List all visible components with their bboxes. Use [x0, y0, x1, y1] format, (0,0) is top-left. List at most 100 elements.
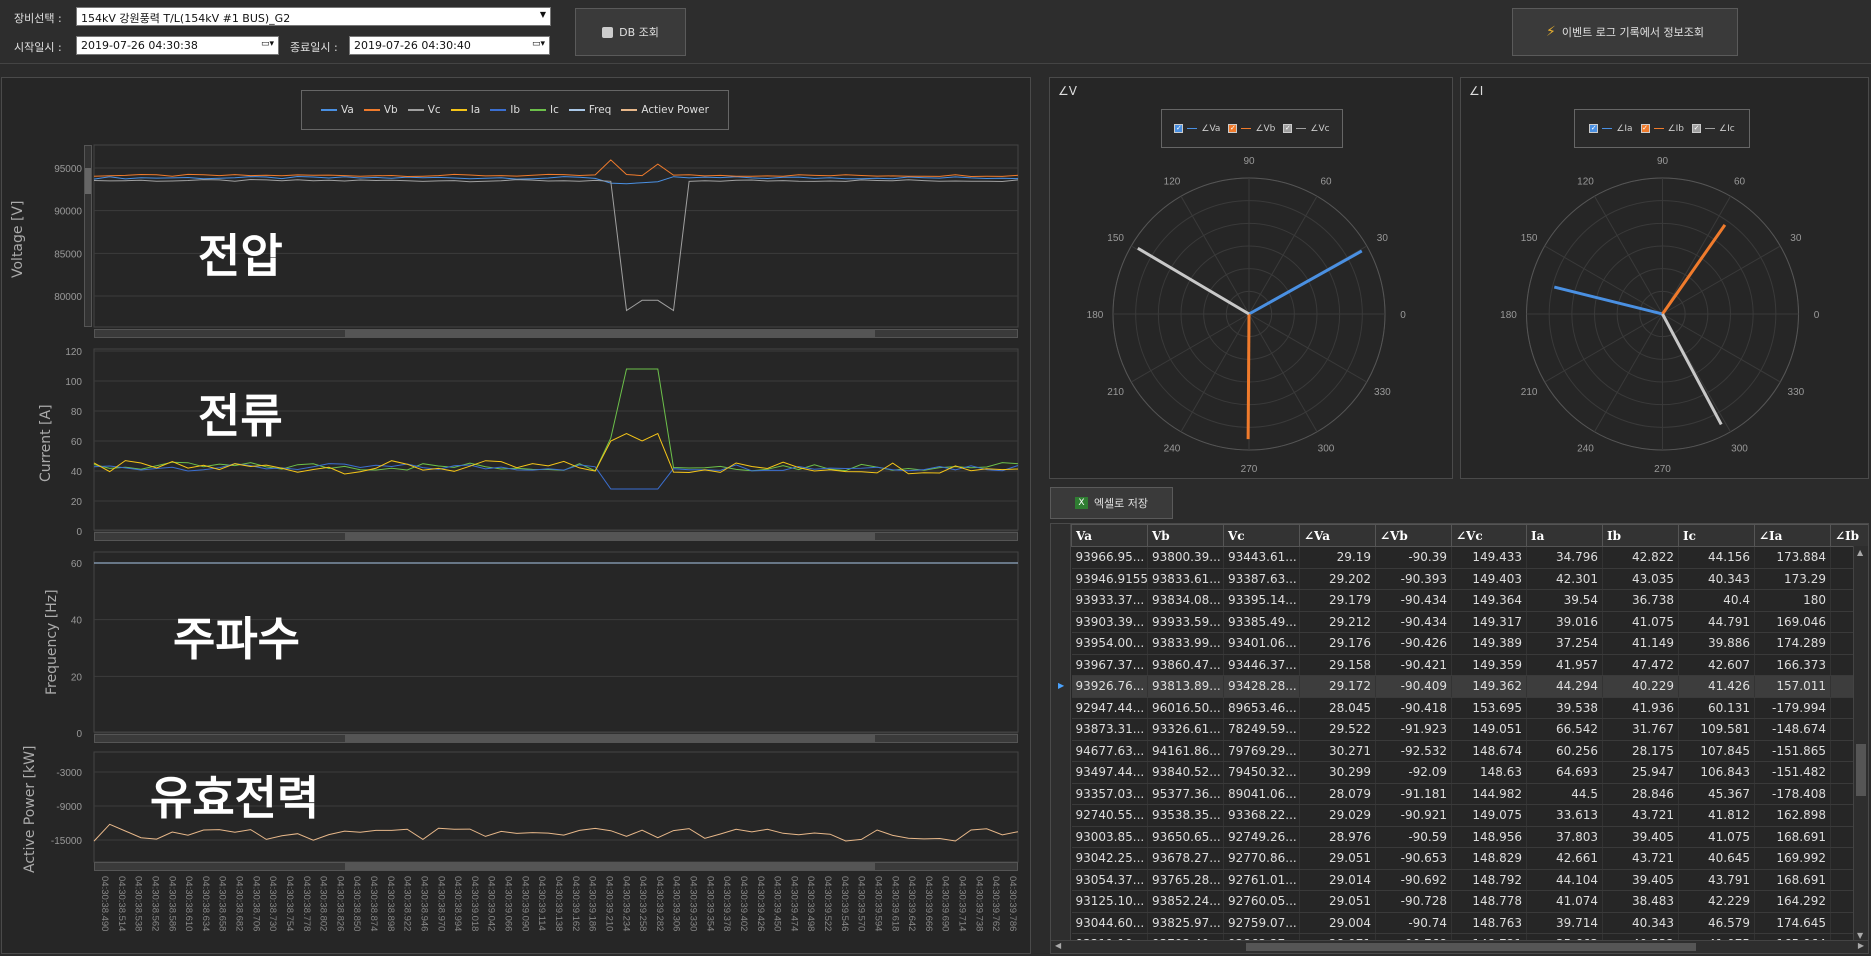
x-tick-label: 04:30:38.538: [133, 876, 144, 931]
checkbox-icon[interactable]: ✓: [1640, 124, 1650, 133]
grid-h-scroll-thumb[interactable]: [1246, 943, 1696, 951]
column-header[interactable]: Ic: [1678, 524, 1755, 547]
column-header[interactable]: Ib: [1602, 524, 1679, 547]
table-cell: 79769.29...: [1223, 740, 1300, 762]
table-row[interactable]: 93946.9155 93833.61... 93387.63... 29.202 -9…: [1071, 568, 1868, 590]
voltage-h-scrollbar[interactable]: [94, 329, 1018, 338]
angle-label: 330: [1374, 387, 1391, 398]
table-cell: 93825.97...: [1147, 912, 1224, 934]
table-row[interactable]: 93954.00... 93833.99... 93401.06... 29.176-…: [1071, 632, 1868, 655]
table-cell: -92.09: [1375, 761, 1452, 784]
x-tick-label: 04:30:39.162: [570, 876, 581, 931]
table-row[interactable]: 93926.76... 93813.89... 93428.28... 29.172-…: [1071, 675, 1868, 698]
grid-v-scroll-thumb[interactable]: [1856, 744, 1866, 796]
table-row[interactable]: 93903.39... 93933.59... 93385.49... 29.212-…: [1071, 611, 1868, 633]
polar-legend-item[interactable]: ✓ ∠Ia: [1589, 124, 1633, 134]
voltage-tick-label: 90000: [54, 207, 82, 218]
table-cell: 93954.00...: [1071, 632, 1148, 655]
table-cell: 93967.37...: [1071, 654, 1148, 676]
current-label: 전류: [198, 389, 283, 443]
x-tick-label: 04:30:39.210: [603, 876, 614, 931]
power-h-scrollbar[interactable]: [94, 862, 1018, 871]
scroll-right-icon[interactable]: ▶: [1858, 941, 1864, 950]
table-cell: 29.19: [1299, 546, 1376, 569]
table-cell: 40.229: [1602, 675, 1679, 698]
table-row[interactable]: 93125.10... 93852.24... 92760.05... 29.051-…: [1071, 890, 1868, 913]
current-row-icon: ▶: [1058, 681, 1065, 690]
frequency-h-scrollbar[interactable]: [94, 734, 1018, 743]
polar-v-legend: ✓ ∠Va ✓ ∠Vb ✓ ∠Vc: [1161, 109, 1343, 148]
checkbox-icon[interactable]: ✓: [1228, 124, 1238, 133]
legend-label: ∠Ib: [1667, 123, 1684, 134]
table-cell: 148.829: [1451, 847, 1527, 870]
angle-label: 210: [1521, 387, 1538, 398]
column-header[interactable]: Vc: [1223, 524, 1300, 547]
polar-legend-item[interactable]: ✓ ∠Ib: [1640, 123, 1684, 134]
table-row[interactable]: 93966.95... 93800.39... 93443.61... 29.19 -9…: [1071, 546, 1868, 569]
table-cell: -90.409: [1375, 675, 1452, 698]
checkbox-icon[interactable]: ✓: [1589, 124, 1599, 133]
table-row[interactable]: 93044.60... 93825.97... 92759.07... 29.004-…: [1071, 912, 1868, 934]
column-header[interactable]: ∠Ib: [1830, 524, 1868, 547]
table-cell: 149.389: [1451, 632, 1527, 655]
table-row[interactable]: 93003.85... 93650.65... 92749.26... 28.976-…: [1071, 826, 1868, 848]
table-cell: 29.014: [1299, 869, 1376, 891]
voltage-v-scrollbar[interactable]: [84, 145, 92, 327]
table-cell: 148.792: [1451, 869, 1527, 891]
table-cell: 40.343: [1602, 912, 1679, 934]
current-h-scrollbar[interactable]: [94, 532, 1018, 541]
checkbox-icon[interactable]: ✓: [1692, 124, 1701, 133]
table-cell: 93765.28...: [1147, 869, 1224, 891]
table-cell: 93428.28...: [1223, 675, 1300, 698]
table-row[interactable]: 92740.55... 93538.35... 93368.22... 29.029-…: [1071, 804, 1868, 827]
current-tick-label: 60: [71, 437, 83, 448]
table-row[interactable]: 93054.37... 93765.28... 92761.01... 29.014-…: [1071, 869, 1868, 891]
legend-swatch: [1602, 128, 1613, 129]
table-row[interactable]: 93497.44... 93840.52... 79450.32... 30.299-…: [1071, 761, 1868, 784]
scroll-up-icon[interactable]: ▲: [1857, 548, 1863, 557]
column-header[interactable]: ∠Va: [1299, 524, 1376, 547]
scroll-down-icon[interactable]: ▼: [1857, 931, 1863, 940]
checkbox-icon[interactable]: ✓: [1283, 124, 1293, 133]
x-tick-label: 04:30:39.330: [688, 876, 699, 931]
table-row[interactable]: 94677.63... 94161.86... 79769.29... 30.271-…: [1071, 740, 1868, 762]
table-row[interactable]: 93933.37... 93834.08... 93395.14... 29.179-…: [1071, 589, 1868, 612]
table-row[interactable]: 92947.44... 96016.50... 89653.46... 28.045-…: [1071, 697, 1868, 719]
table-row[interactable]: 93967.37... 93860.47... 93446.37... 29.158-…: [1071, 654, 1868, 676]
checkbox-icon[interactable]: ✓: [1174, 124, 1184, 133]
table-cell: 93326.61...: [1147, 718, 1224, 741]
power-tick-label: -3000: [56, 768, 82, 779]
table-cell: 149.359: [1451, 654, 1527, 676]
column-header[interactable]: ∠Vb: [1375, 524, 1452, 547]
power-axis-title: Active Power [kW]: [22, 745, 38, 873]
polar-legend-item[interactable]: ✓ ∠Vc: [1283, 124, 1330, 134]
table-cell: -91.181: [1375, 783, 1452, 805]
phasor-vector: [1246, 313, 1251, 440]
table-cell: 93678.27...: [1147, 847, 1224, 870]
table-cell: 168.691: [1754, 869, 1831, 891]
angle-label: 240: [1577, 443, 1594, 454]
column-header[interactable]: ∠Vc: [1451, 524, 1527, 547]
table-cell: 66.542: [1526, 718, 1603, 741]
table-cell: 41.075: [1602, 611, 1679, 633]
table-row[interactable]: 93357.03... 95377.36... 89041.06... 28.079-…: [1071, 783, 1868, 805]
table-cell: 29.158: [1299, 654, 1376, 676]
column-header[interactable]: Ia: [1526, 524, 1603, 547]
excel-export-button[interactable]: X 엑셀로 저장: [1050, 487, 1173, 519]
column-header[interactable]: Vb: [1147, 524, 1224, 547]
table-cell: 93538.35...: [1147, 804, 1224, 827]
polar-legend-item[interactable]: ✓ ∠Ic: [1692, 124, 1735, 134]
column-header[interactable]: Va: [1071, 524, 1148, 547]
grid-h-scrollbar[interactable]: ◀ ▶: [1051, 940, 1868, 953]
polar-legend-item[interactable]: ✓ ∠Va: [1174, 124, 1220, 134]
scroll-left-icon[interactable]: ◀: [1055, 941, 1061, 950]
column-header[interactable]: ∠Ia: [1754, 524, 1831, 547]
grid-v-scrollbar[interactable]: ▲ ▼: [1853, 546, 1868, 942]
event-log-button[interactable]: ⚡ 이벤트 로그 기록에서 정보조회: [1512, 8, 1738, 56]
polar-legend-item[interactable]: ✓ ∠Vb: [1228, 124, 1275, 134]
frequency-tick-label: 40: [71, 616, 83, 627]
x-tick-label: 04:30:38.802: [318, 876, 329, 931]
table-cell: 94677.63...: [1071, 740, 1148, 762]
table-row[interactable]: 93873.31... 93326.61... 78249.59... 29.522-…: [1071, 718, 1868, 741]
table-row[interactable]: 93042.25... 93678.27... 92770.86... 29.051-…: [1071, 847, 1868, 870]
